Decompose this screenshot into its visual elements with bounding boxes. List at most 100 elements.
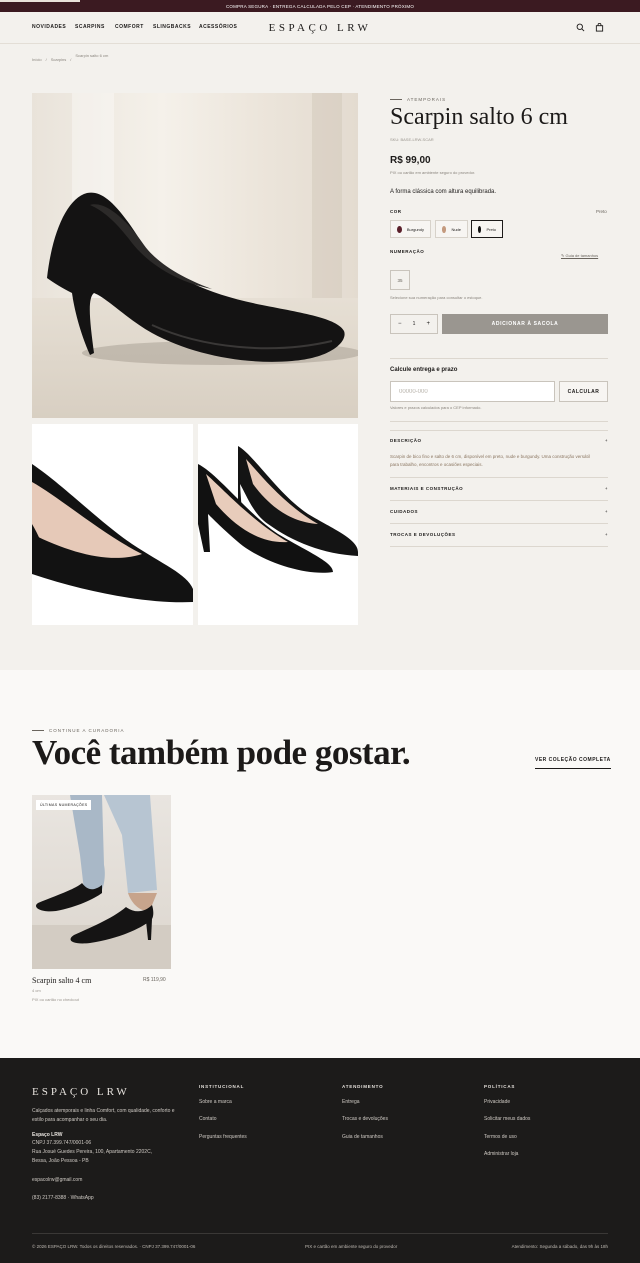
- footer-address-line2: Bessa, João Pessoa - PB: [32, 1158, 89, 1164]
- plus-icon: +: [604, 532, 608, 537]
- announcement-bar: COMPRA SEGURA · ENTREGA CALCULADA PELO C…: [0, 0, 640, 12]
- plus-icon: +: [604, 486, 608, 491]
- footer-email[interactable]: espacolrw@gmail.com: [32, 1177, 82, 1183]
- footer-link-delivery[interactable]: Entrega: [342, 1099, 360, 1105]
- footer-about: Calçados atemporais e linha Comfort, com…: [32, 1108, 175, 1123]
- qty-value[interactable]: 1: [413, 321, 416, 327]
- size-guide-link[interactable]: ✎ Guia de tamanhos: [561, 253, 598, 258]
- swatch-nude[interactable]: Nude: [435, 220, 468, 238]
- shoe-pair-photo: [198, 446, 358, 573]
- nav-comfort[interactable]: COMFORT: [115, 24, 144, 30]
- divider: [390, 421, 608, 422]
- footer-link-admin[interactable]: Administrar loja: [484, 1151, 518, 1157]
- footer-logo[interactable]: ESPAÇO LRW: [32, 1086, 130, 1098]
- swatch-burgundy[interactable]: Burgundy: [390, 220, 431, 238]
- site-footer: ESPAÇO LRW Calçados atemporais e linha C…: [0, 1058, 640, 1263]
- footer-link-privacy[interactable]: Privacidade: [484, 1099, 510, 1105]
- footer-link-data-request[interactable]: Solicitar meus dados: [484, 1116, 530, 1122]
- footer-payment-note: PIX e cartão em ambiente seguro do prove…: [305, 1244, 398, 1249]
- nav-acessorios[interactable]: ACESSÓRIOS: [199, 24, 237, 30]
- product-image-detail-2[interactable]: [198, 424, 358, 625]
- product-title: Scarpin salto 6 cm: [390, 104, 568, 130]
- accordion-description-text: Scarpin de bico fino e salto de 6 cm, di…: [390, 454, 590, 467]
- quantity-stepper: − 1 +: [390, 314, 438, 334]
- product-sku: SKU: BASE-LRW-SCAR: [390, 137, 434, 142]
- shoe-detail-photo: [32, 464, 193, 603]
- footer-address-line1: Rua Josué Guedes Pereira, 100, Apartamen…: [32, 1149, 153, 1155]
- add-to-bag-button[interactable]: ADICIONAR À SACOLA: [442, 314, 608, 334]
- product-short-description: A forma clássica com altura equilibrada.: [390, 189, 497, 195]
- shoe-photo: [47, 192, 358, 365]
- shipping-title: Calcule entrega e prazo: [390, 367, 458, 373]
- product-card-image[interactable]: ÚLTIMAS NUMERAÇÕES: [32, 795, 171, 969]
- divider: [390, 523, 608, 524]
- footer-link-size-guide[interactable]: Guia de tamanhos: [342, 1134, 383, 1140]
- cep-input[interactable]: [390, 381, 555, 402]
- legs-photo: [32, 795, 171, 969]
- footer-col-politicas-title: POLÍTICAS: [484, 1084, 516, 1089]
- accordion-materials[interactable]: MATERIAIS E CONSTRUÇÃO +: [390, 486, 608, 491]
- plus-icon: +: [604, 509, 608, 514]
- card-product-heel: 4 cm: [32, 988, 41, 993]
- swatch-dot: [442, 225, 447, 233]
- footer-link-about[interactable]: Sobre a marca: [199, 1099, 232, 1105]
- divider: [390, 430, 608, 431]
- footer-col-atendimento-title: ATENDIMENTO: [342, 1084, 384, 1089]
- footer-divider: [32, 1233, 608, 1234]
- footer-cnpj: CNPJ 37.399.747/0001-06: [32, 1140, 92, 1146]
- product-image-main[interactable]: [32, 93, 358, 418]
- breadcrumb-scarpins[interactable]: Scarpins: [51, 57, 67, 62]
- plus-icon: +: [604, 438, 608, 443]
- footer-phone[interactable]: (83) 2177-8388 · WhatsApp: [32, 1195, 94, 1201]
- size-note: Selecione sua numeração para consultar o…: [390, 295, 483, 300]
- announcement-text: COMPRA SEGURA · ENTREGA CALCULADA PELO C…: [225, 3, 415, 9]
- payment-note: PIX ou cartão em ambiente seguro do prov…: [390, 170, 476, 175]
- swatch-preto[interactable]: Preto: [471, 220, 503, 238]
- footer-link-contact[interactable]: Contato: [199, 1116, 217, 1122]
- breadcrumb-sep: /: [70, 57, 72, 62]
- site-header: NOVIDADES SCARPINS COMFORT SLINGBACKS AC…: [0, 12, 640, 44]
- search-icon[interactable]: [576, 23, 585, 32]
- bag-icon[interactable]: [595, 23, 604, 32]
- cep-note: Valores e prazos calculados para o CEP i…: [390, 405, 482, 410]
- footer-link-returns[interactable]: Trocas e devoluções: [342, 1116, 388, 1122]
- recommendations-title: Você também pode gostar.: [32, 733, 411, 772]
- accordion-returns[interactable]: TROCAS E DEVOLUÇÕES +: [390, 532, 608, 537]
- breadcrumb-home[interactable]: Início: [32, 57, 42, 62]
- footer-link-terms[interactable]: Termos de uso: [484, 1134, 517, 1140]
- swatch-dot: [397, 225, 402, 233]
- nav-scarpins[interactable]: SCARPINS: [75, 24, 105, 30]
- accordion-description[interactable]: DESCRIÇÃO +: [390, 438, 608, 443]
- card-badge: ÚLTIMAS NUMERAÇÕES: [36, 800, 92, 810]
- footer-hours: Atendimento: Segunda a sábado, das 9h às…: [511, 1244, 608, 1249]
- divider: [390, 546, 608, 547]
- footer-link-faq[interactable]: Perguntas frequentes: [199, 1134, 247, 1140]
- product-eyebrow: ATEMPORAIS: [390, 97, 446, 102]
- footer-col-institucional-title: INSTITUCIONAL: [199, 1084, 245, 1089]
- view-collection-link[interactable]: VER COLEÇÃO COMPLETA: [535, 757, 611, 769]
- card-product-price: R$ 119,90: [143, 977, 166, 983]
- accordion-care[interactable]: CUIDADOS +: [390, 509, 608, 514]
- size-option[interactable]: 35: [390, 270, 410, 290]
- footer-company-name: Espaço LRW: [32, 1132, 63, 1138]
- nav-slingbacks[interactable]: SLINGBACKS: [153, 24, 191, 30]
- product-price: R$ 99,00: [390, 155, 431, 166]
- product-image-detail-1[interactable]: [32, 424, 193, 625]
- divider: [390, 358, 608, 359]
- breadcrumb: Início / Scarpins/Scarpin salto 6 cm: [32, 53, 112, 62]
- breadcrumb-current: Scarpin salto 6 cm: [75, 53, 109, 58]
- announcement-progress: [0, 0, 80, 2]
- footer-copyright: © 2026 ESPAÇO LRW. Todos os direitos res…: [32, 1244, 196, 1249]
- qty-plus-button[interactable]: +: [426, 321, 430, 327]
- color-label: COR: [390, 209, 402, 214]
- swatch-dot: [478, 225, 482, 233]
- breadcrumb-sep: /: [45, 57, 47, 62]
- divider: [390, 500, 608, 501]
- nav-novidades[interactable]: NOVIDADES: [32, 24, 66, 30]
- color-selected-value: Preto: [596, 209, 607, 214]
- qty-minus-button[interactable]: −: [398, 321, 402, 327]
- size-label: NUMERAÇÃO: [390, 249, 425, 254]
- card-product-name[interactable]: Scarpin salto 4 cm: [32, 976, 91, 985]
- calculate-button[interactable]: CALCULAR: [559, 381, 608, 402]
- divider: [390, 477, 608, 478]
